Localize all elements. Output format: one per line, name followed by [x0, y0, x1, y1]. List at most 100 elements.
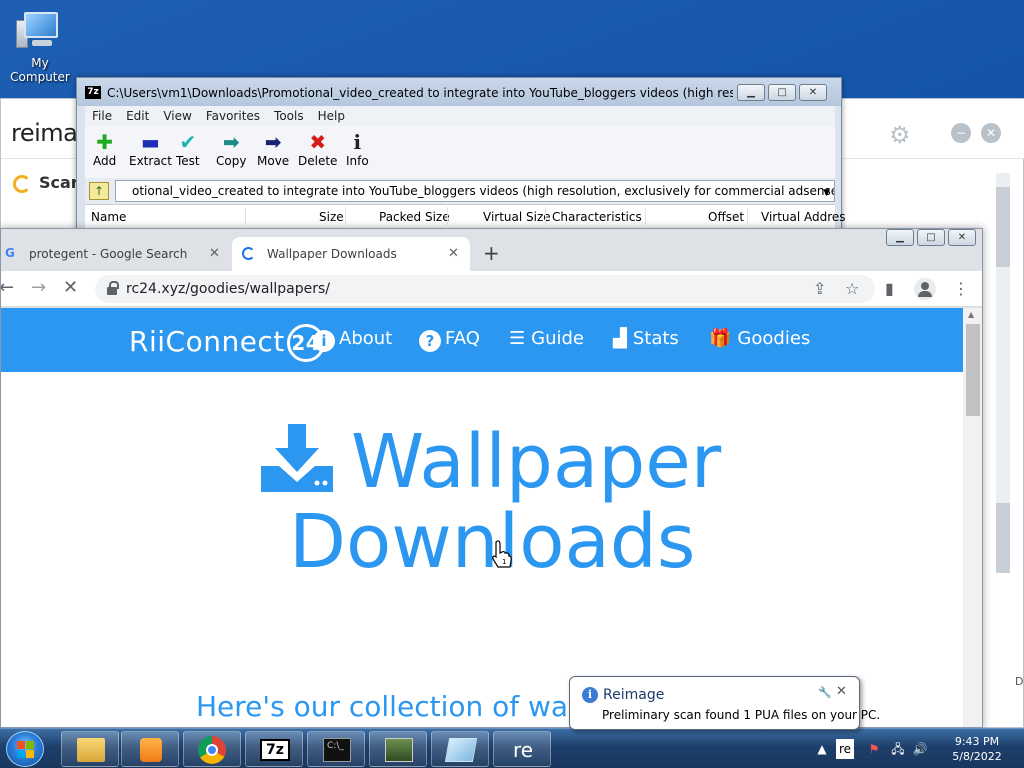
menu-file[interactable]: File [85, 106, 119, 126]
taskbar-notepad[interactable] [431, 731, 489, 767]
taskbar-media-player[interactable] [121, 731, 179, 767]
menu-edit[interactable]: Edit [119, 106, 156, 126]
nav-faq[interactable]: ? FAQ [419, 328, 480, 352]
spinner-icon [13, 174, 31, 193]
close-tab-icon[interactable]: ✕ [448, 246, 459, 261]
reimage-notification[interactable]: i Reimage 🔧 ✕ Preliminary scan found 1 P… [569, 676, 880, 730]
7zip-app-icon: 7z [85, 86, 101, 99]
settings-wrench-icon[interactable]: 🔧 [818, 686, 832, 699]
col-virtual-size[interactable]: Virtual Size [483, 210, 551, 224]
col-packed-size[interactable]: Packed Size [379, 210, 450, 224]
move-arrow-icon: ➡ [264, 130, 282, 154]
reimage-scrollbar[interactable] [996, 173, 1010, 573]
tab-protegent-search[interactable]: G protegent - Google Search ✕ [1, 237, 229, 271]
reimage-scan-status: Scar [13, 173, 79, 193]
back-arrow-icon[interactable]: ← [1, 279, 14, 297]
info-button[interactable]: i Info [346, 130, 369, 168]
bookmark-star-icon[interactable]: ☆ [845, 279, 859, 298]
taskbar-explorer[interactable] [61, 731, 119, 767]
nav-about[interactable]: i About [313, 328, 392, 352]
add-button[interactable]: ✚ Add [93, 130, 116, 168]
7zip-path-field[interactable]: otional_video_created to integrate into … [115, 180, 835, 202]
start-button[interactable] [6, 731, 44, 767]
nav-goodies[interactable]: 🎁 Goodies [709, 328, 810, 349]
taskbar-chrome[interactable] [183, 731, 241, 767]
7zip-title: C:\Users\vm1\Downloads\Promotional_video… [107, 86, 733, 100]
col-virtual-address[interactable]: Virtual Addres [761, 210, 846, 224]
maximize-button[interactable]: □ [768, 84, 796, 101]
volume-icon[interactable]: 🔊 [912, 741, 928, 757]
page-scrollbar[interactable]: ▲ [963, 308, 982, 727]
7zip-column-headers: Name Size Packed Size Virtual Size Chara… [85, 204, 846, 228]
close-icon[interactable]: ✕ [836, 684, 847, 699]
side-panel-icon[interactable]: ▮ [885, 279, 894, 298]
menu-favorites[interactable]: Favorites [199, 106, 267, 126]
check-icon: ✔ [179, 130, 197, 154]
col-size[interactable]: Size [319, 210, 344, 224]
forward-arrow-icon[interactable]: → [31, 279, 46, 297]
7zip-address-bar: ↑ otional_video_created to integrate int… [85, 178, 835, 204]
minimize-circle-button[interactable]: − [951, 123, 971, 143]
reimage-icon: re [512, 738, 534, 762]
taskbar-reimage[interactable]: re [493, 731, 551, 767]
close-circle-button[interactable]: ✕ [981, 123, 1001, 143]
address-bar[interactable]: rc24.xyz/goodies/wallpapers/ ⇪ ☆ [95, 275, 875, 303]
desktop-icon-my-computer[interactable]: My Computer [2, 8, 78, 84]
move-button[interactable]: ➡ Move [257, 130, 289, 168]
cmd-icon: C:\_ [323, 738, 351, 762]
kebab-menu-icon[interactable]: ⋮ [953, 279, 969, 298]
share-icon[interactable]: ⇪ [813, 279, 826, 298]
7zip-toolbar: ✚ Add ▬ Extract ✔ Test ➡ Copy ➡ Move ✖ Delete … [85, 126, 835, 178]
close-button[interactable]: ✕ [948, 229, 976, 246]
minimize-button[interactable]: ▁ [737, 84, 765, 101]
system-tray: ▲ re ⚑ 🖧 🔊 9:43 PM 5/8/2022 [812, 729, 1024, 768]
taskbar-cmd[interactable]: C:\_ [307, 731, 365, 767]
notification-message: Preliminary scan found 1 PUA files on yo… [602, 708, 881, 722]
action-center-flag-icon[interactable]: ⚑ [866, 741, 882, 757]
maximize-button[interactable]: □ [917, 229, 945, 246]
minimize-button[interactable]: ▁ [886, 229, 914, 246]
reimage-side-text: D [1015, 675, 1024, 688]
loading-spinner-icon [242, 247, 255, 260]
copy-arrow-icon: ➡ [222, 130, 240, 154]
col-offset[interactable]: Offset [708, 210, 744, 224]
explorer-icon [77, 738, 105, 762]
media-player-icon [140, 738, 162, 762]
delete-button[interactable]: ✖ Delete [298, 130, 337, 168]
tab-wallpaper-downloads[interactable]: Wallpaper Downloads ✕ [232, 237, 470, 271]
site-logo[interactable]: RiiConnect 24 [129, 324, 325, 362]
nav-stats[interactable]: ▟ Stats [613, 328, 679, 349]
lock-icon[interactable] [107, 281, 119, 295]
notepad-icon [444, 738, 478, 762]
col-characteristics[interactable]: Characteristics [552, 210, 642, 224]
taskbar-7zip[interactable]: 7z [245, 731, 303, 767]
menu-view[interactable]: View [156, 106, 198, 126]
chevron-down-icon[interactable]: ▼ [823, 183, 830, 201]
stop-loading-icon[interactable]: ✕ [63, 279, 78, 297]
show-hidden-icons-icon[interactable]: ▲ [814, 741, 830, 757]
new-tab-button[interactable]: + [483, 241, 500, 265]
menu-tools[interactable]: Tools [267, 106, 311, 126]
network-icon[interactable]: 🖧 [890, 741, 906, 757]
chrome-tabstrip: G protegent - Google Search ✕ Wallpaper … [1, 229, 982, 271]
close-tab-icon[interactable]: ✕ [209, 246, 220, 261]
chrome-icon [198, 736, 226, 764]
hero-title-line1: Wallpaper [351, 419, 722, 505]
copy-button[interactable]: ➡ Copy [216, 130, 246, 168]
menu-help[interactable]: Help [311, 106, 352, 126]
nav-guide[interactable]: ☰ Guide [509, 328, 584, 349]
gear-icon[interactable]: ⚙ [889, 123, 913, 147]
taskbar-clock[interactable]: 9:43 PM 5/8/2022 [934, 734, 1020, 764]
taskbar-network-monitor[interactable] [369, 731, 427, 767]
test-button[interactable]: ✔ Test [176, 130, 200, 168]
download-icon [261, 424, 333, 492]
chrome-window: G protegent - Google Search ✕ Wallpaper … [0, 228, 983, 728]
col-name[interactable]: Name [91, 210, 126, 224]
info-circle-icon: i [313, 330, 335, 352]
profile-avatar-icon[interactable] [914, 278, 936, 300]
extract-button[interactable]: ▬ Extract [129, 130, 172, 168]
folder-up-icon[interactable]: ↑ [89, 182, 109, 200]
reimage-tray-icon[interactable]: re [836, 739, 854, 759]
7zip-titlebar[interactable]: 7z C:\Users\vm1\Downloads\Promotional_vi… [77, 78, 841, 106]
close-button[interactable]: ✕ [799, 84, 827, 101]
